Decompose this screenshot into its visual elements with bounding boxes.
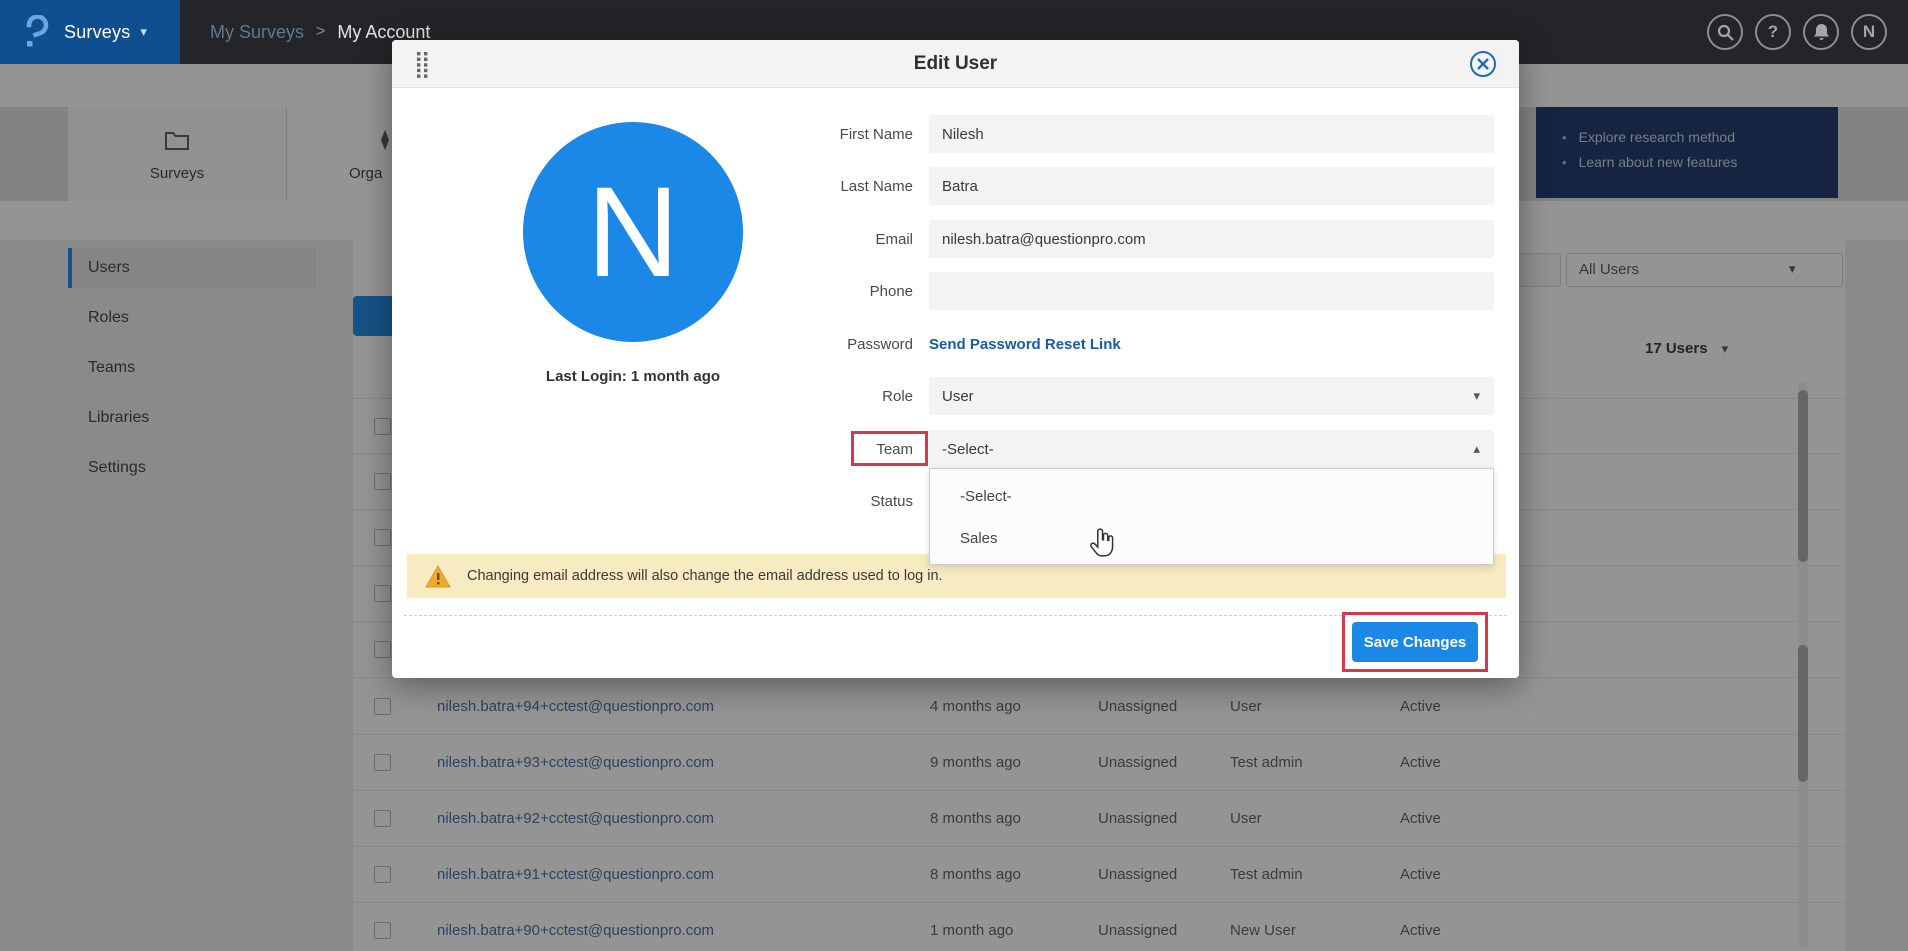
chevron-down-icon: ▾ [1473,388,1480,404]
warning-text: Changing email address will also change … [467,568,943,584]
avatar-initial: N [1863,22,1875,42]
chevron-up-icon: ▴ [1473,441,1480,457]
mouse-cursor [1088,528,1114,563]
annotation-highlight-team [851,431,928,466]
navbar-icons: ? N [1707,14,1887,50]
password-label: Password [692,325,913,363]
edit-user-modal: Edit User N Last Login: 1 month ago Firs… [392,40,1519,678]
help-glyph: ? [1768,22,1778,42]
breadcrumb-parent[interactable]: My Surveys [210,22,304,43]
modal-title: Edit User [392,40,1519,88]
warning-triangle-icon [425,565,451,588]
phone-label: Phone [692,272,913,310]
modal-header: Edit User [392,40,1519,88]
page: Surveys Orga • Explore research method •… [0,0,1908,951]
team-value: -Select- [942,441,994,458]
first-name-label: First Name [692,115,913,153]
team-select[interactable]: -Select- ▴ [929,430,1494,468]
role-select[interactable]: User ▾ [929,377,1494,415]
status-label: Status [692,482,913,520]
email-input[interactable]: nilesh.batra@questionpro.com [929,220,1494,258]
first-name-input[interactable]: Nilesh [929,115,1494,153]
role-value: User [942,388,974,405]
product-name: Surveys [64,22,130,43]
user-avatar[interactable]: N [1851,14,1887,50]
last-name-input[interactable]: Batra [929,167,1494,205]
questionpro-logo-icon [22,15,52,56]
last-name-label: Last Name [692,167,913,205]
help-icon[interactable]: ? [1755,14,1791,50]
annotation-highlight-save: Save Changes [1342,612,1488,672]
role-label: Role [692,377,913,415]
send-password-reset-link[interactable]: Send Password Reset Link [929,325,1121,363]
avatar-initial: N [587,159,679,306]
search-icon[interactable] [1707,14,1743,50]
team-option-select[interactable]: -Select- [930,476,1493,518]
close-icon[interactable] [1470,51,1496,77]
email-label: Email [692,220,913,258]
team-option-sales[interactable]: Sales [930,518,1493,560]
product-menu[interactable]: Surveys ▾ [0,0,180,64]
notifications-bell-icon[interactable] [1803,14,1839,50]
chevron-down-icon: ▾ [140,24,147,40]
save-changes-button[interactable]: Save Changes [1352,622,1478,662]
breadcrumb-separator: > [316,23,325,41]
phone-input[interactable] [929,272,1494,310]
team-dropdown-menu: -Select- Sales [929,468,1494,565]
